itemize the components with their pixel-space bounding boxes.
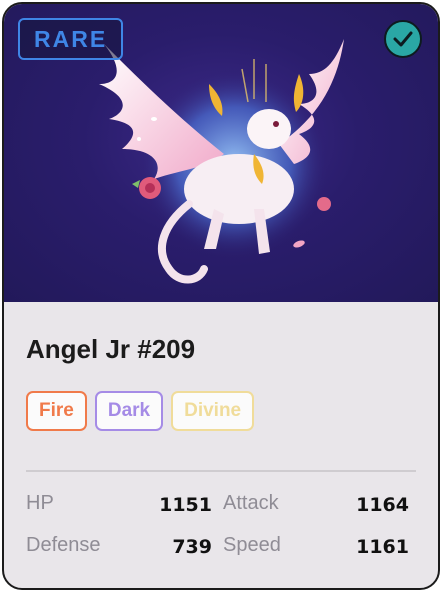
creature-name: Angel Jr #209 (26, 334, 196, 364)
stat-label-attack: Attack (223, 492, 279, 514)
tag-fire: Fire (26, 391, 87, 431)
stat-label-speed: Speed (223, 534, 281, 556)
stat-value-defense: 739 (172, 536, 212, 558)
stat-value-hp: 1151 (159, 494, 212, 516)
stat-label-defense: Defense (26, 534, 101, 556)
creature-art: RARE (4, 4, 438, 302)
divider (26, 470, 416, 472)
check-circle-icon[interactable] (384, 20, 422, 58)
stat-value-speed: 1161 (356, 536, 409, 558)
tag-dark: Dark (94, 391, 164, 431)
type-tags: Fire Dark Divine (26, 391, 255, 431)
tag-divine: Divine (171, 391, 255, 431)
rarity-badge: RARE (18, 18, 124, 60)
creature-card[interactable]: RARE Angel Jr #209 Fire Dark Divine HP 1… (2, 2, 440, 590)
stat-label-hp: HP (26, 492, 54, 514)
stat-value-attack: 1164 (356, 494, 409, 516)
